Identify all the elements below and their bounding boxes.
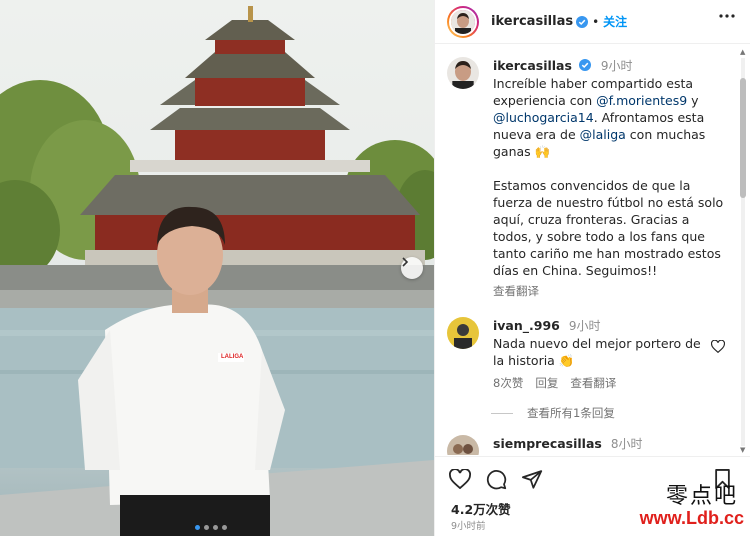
like-button[interactable] bbox=[449, 468, 471, 494]
author-avatar[interactable] bbox=[447, 5, 479, 38]
carousel-dot bbox=[204, 525, 209, 530]
site-watermark: 零点吧 www.Ldb.cc bbox=[620, 478, 750, 536]
comment-item: siemprecasillas 8小时 bbox=[447, 435, 735, 455]
more-options-icon[interactable] bbox=[719, 14, 735, 18]
comment-button[interactable] bbox=[486, 469, 507, 494]
scroll-down-arrow[interactable]: ▼ bbox=[740, 446, 745, 454]
scrollbar[interactable]: ▲ ▼ bbox=[738, 48, 748, 454]
heart-icon[interactable] bbox=[711, 340, 725, 353]
separator-dot: • bbox=[592, 14, 600, 29]
watermark-url: www.Ldb.cc bbox=[639, 508, 744, 528]
comment-item: ivan_.996 9小时 Nada nuevo del mejor porte… bbox=[447, 317, 735, 392]
commenter-avatar[interactable] bbox=[447, 435, 479, 455]
caption-avatar[interactable] bbox=[447, 57, 479, 89]
scrollbar-thumb[interactable] bbox=[740, 78, 746, 198]
likes-count[interactable]: 4.2万次赞 bbox=[451, 499, 511, 518]
verified-icon bbox=[578, 59, 591, 71]
chevron-right-icon bbox=[402, 257, 409, 267]
share-button[interactable] bbox=[522, 469, 543, 494]
commenter-username[interactable]: ivan_.996 bbox=[493, 318, 560, 333]
post-caption: ikercasillas 9小时 Increíble haber compart… bbox=[447, 57, 729, 300]
carousel-dot bbox=[222, 525, 227, 530]
view-replies-label: 查看所有1条回复 bbox=[527, 406, 615, 420]
scroll-up-arrow[interactable]: ▲ bbox=[740, 48, 745, 56]
mention-link[interactable]: @laliga bbox=[580, 127, 626, 142]
avatar-image bbox=[447, 57, 479, 89]
see-translation-link[interactable]: 查看翻译 bbox=[570, 375, 616, 392]
carousel-dots bbox=[195, 525, 227, 530]
verified-icon bbox=[576, 15, 589, 28]
comment-text: Nada nuevo del mejor portero de la histo… bbox=[493, 336, 701, 368]
comment-time[interactable]: 8小时 bbox=[611, 437, 643, 451]
commenter-avatar[interactable] bbox=[447, 317, 479, 349]
mention-link[interactable]: @f.morientes9 bbox=[596, 93, 687, 108]
caption-paragraph-2: Estamos convencidos de que la fuerza de … bbox=[493, 178, 724, 278]
caption-paragraph-1: Increíble haber compartido esta experien… bbox=[493, 75, 729, 160]
see-translation-link[interactable]: 查看翻译 bbox=[493, 283, 539, 300]
watermark-text: 零点吧 bbox=[665, 484, 738, 509]
comment-time[interactable]: 9小时 bbox=[569, 319, 601, 333]
avatar-image bbox=[447, 317, 479, 349]
view-replies-button[interactable]: 查看所有1条回复 bbox=[491, 405, 615, 421]
commenter-username[interactable]: siemprecasillas bbox=[493, 436, 602, 451]
action-bar bbox=[449, 468, 543, 494]
avatar-image bbox=[447, 435, 479, 455]
caption-text: y bbox=[687, 93, 699, 108]
mention-link[interactable]: @luchogarcia14 bbox=[493, 110, 594, 125]
heart-icon bbox=[449, 468, 471, 490]
reply-button[interactable]: 回复 bbox=[535, 375, 558, 392]
photo-illustration bbox=[0, 6, 434, 536]
follow-button[interactable]: 关注 bbox=[603, 13, 627, 30]
carousel-next-button[interactable] bbox=[401, 257, 423, 279]
comment-icon bbox=[486, 470, 507, 490]
caption-time[interactable]: 9小时 bbox=[601, 59, 633, 73]
shirt-logo: LALIGA bbox=[221, 354, 244, 360]
carousel-dot bbox=[213, 525, 218, 530]
caption-username[interactable]: ikercasillas bbox=[493, 58, 572, 73]
share-icon bbox=[522, 470, 543, 489]
comment-likes-count[interactable]: 8次赞 bbox=[493, 375, 523, 392]
replies-divider bbox=[491, 412, 513, 414]
post-header: ikercasillas • 关注 bbox=[435, 0, 750, 44]
post-timestamp[interactable]: 9小时前 bbox=[451, 518, 486, 532]
post-photo[interactable]: LALIGA bbox=[0, 0, 434, 536]
avatar-image bbox=[451, 9, 475, 34]
comments-scroll-area[interactable]: ikercasillas 9小时 Increíble haber compart… bbox=[435, 45, 735, 455]
carousel-dot bbox=[195, 525, 200, 530]
post-detail-panel: ikercasillas • 关注 ikercasillas 9小时 Incre… bbox=[434, 0, 750, 536]
author-username[interactable]: ikercasillas bbox=[491, 14, 573, 29]
